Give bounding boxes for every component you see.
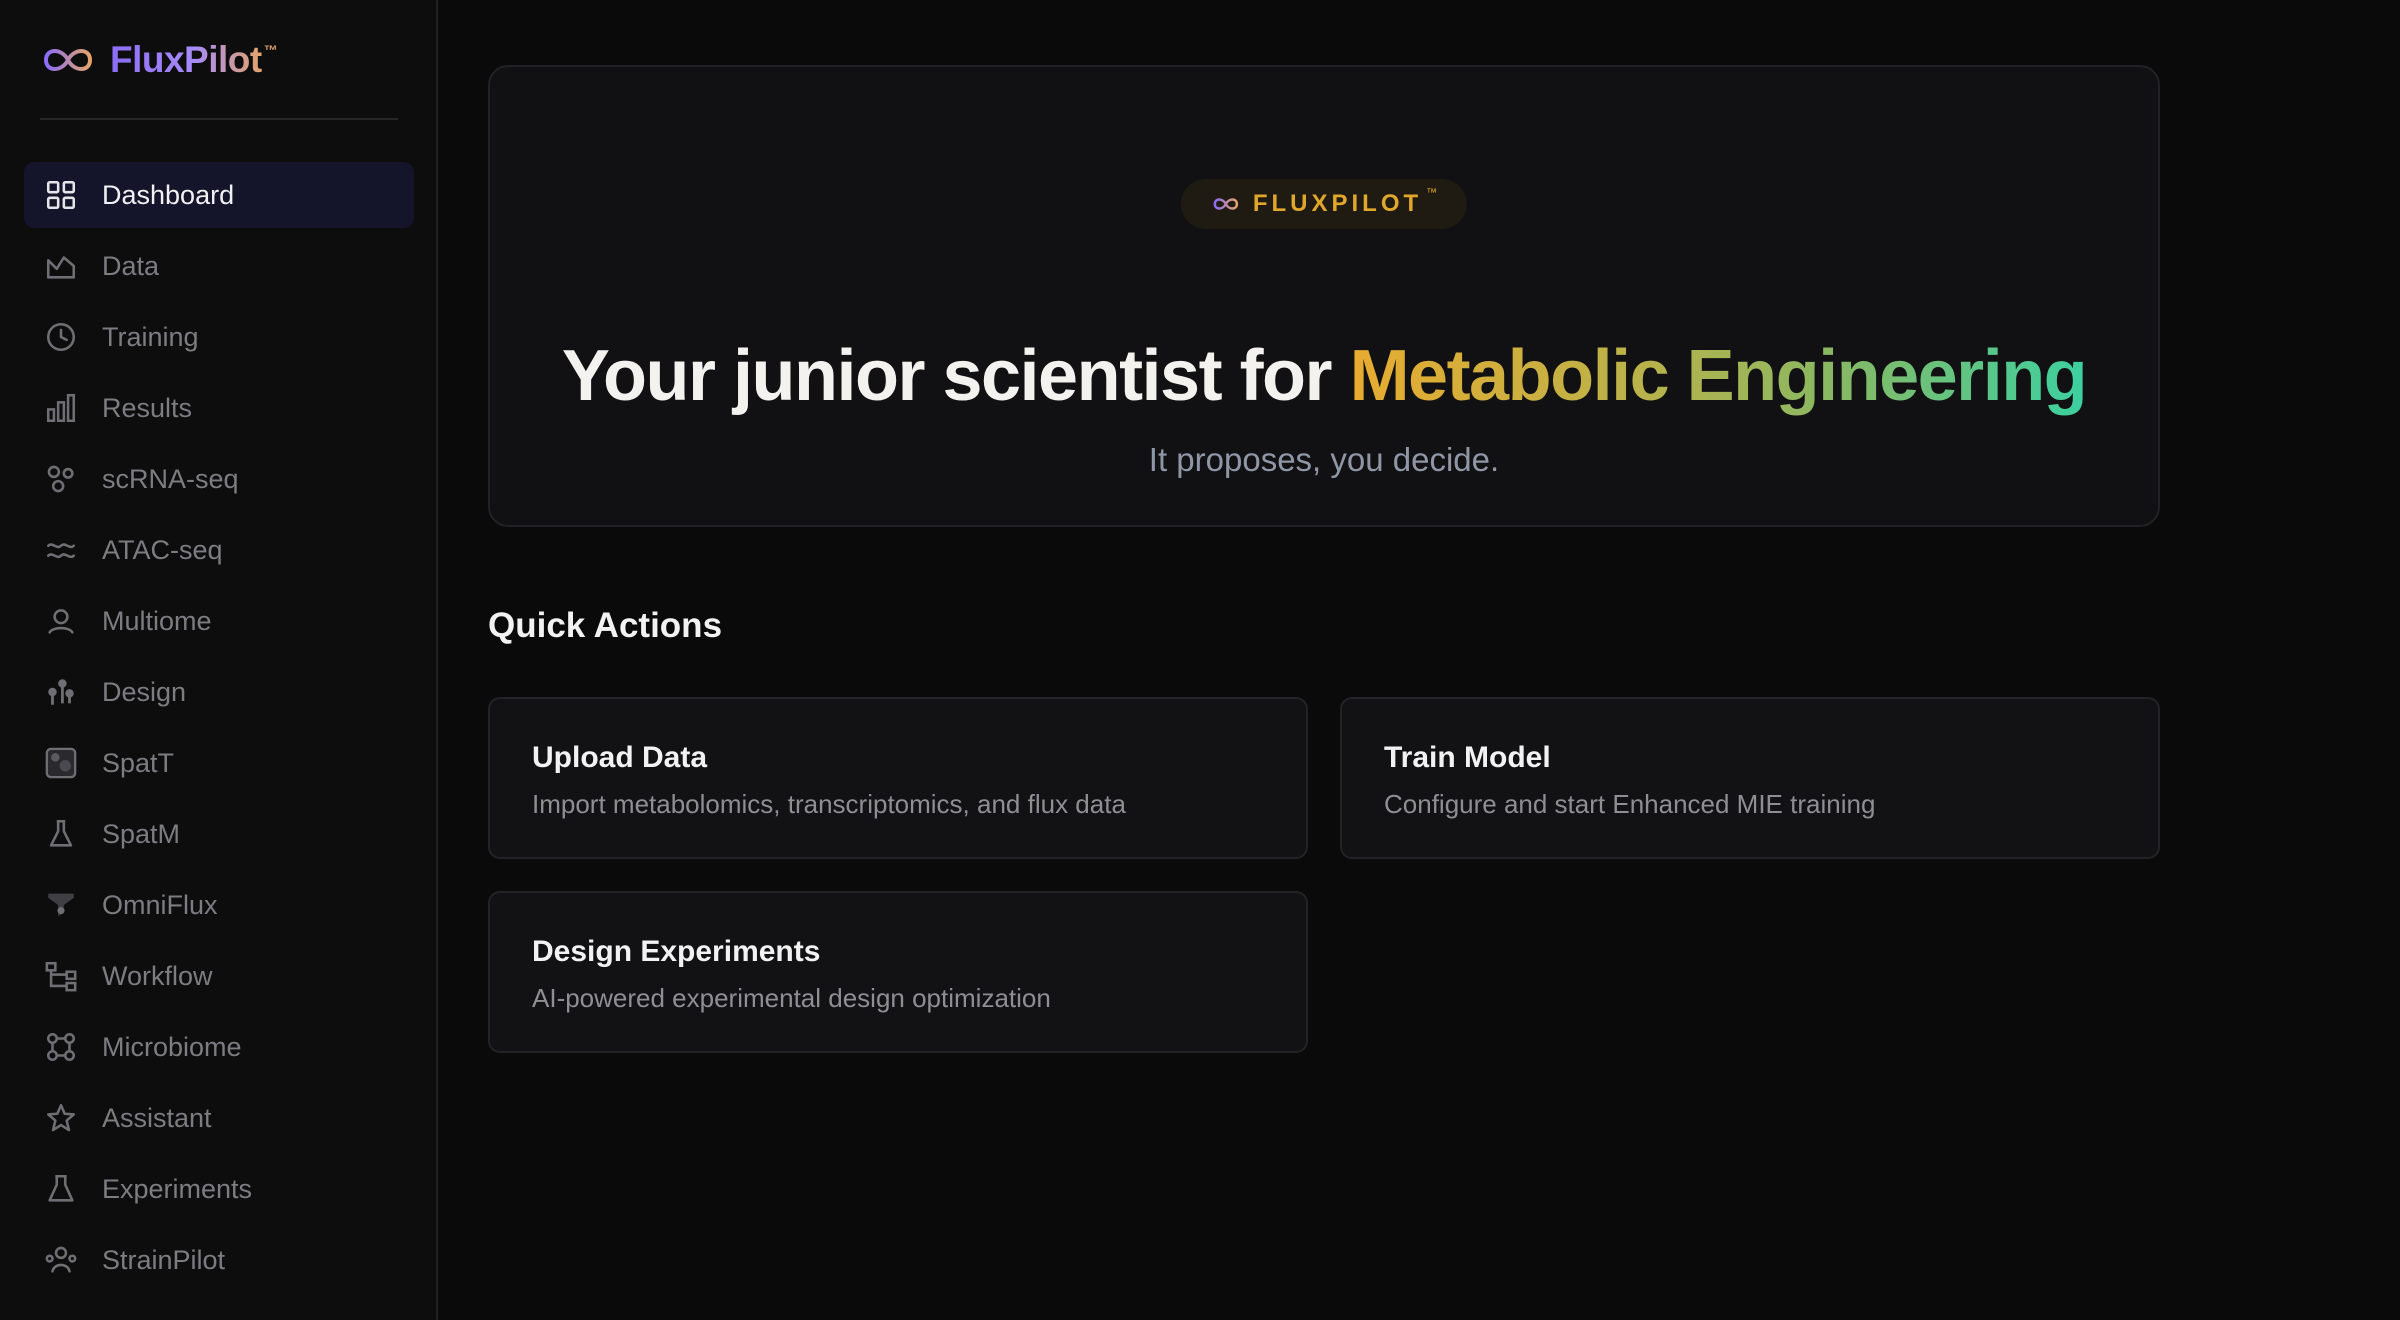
hero-badge-label: FLUXPILOT xyxy=(1252,190,1423,217)
sidebar-item-label: SpatT xyxy=(102,747,175,778)
card-title: Train Model xyxy=(1384,741,1551,774)
app-root: FluxPilot ™ Dashboard Data Training Resu… xyxy=(0,0,2400,1320)
sidebar-item-strainpilot[interactable]: StrainPilot xyxy=(24,1227,414,1293)
hero-title-prefix: Your junior scientist for xyxy=(561,336,1350,416)
user-circle-icon xyxy=(44,604,78,638)
sidebar-item-results[interactable]: Results xyxy=(24,375,414,441)
hero-badge: FLUXPILOT ™ xyxy=(1180,179,1468,229)
sidebar-item-label: Data xyxy=(102,250,160,281)
star-icon xyxy=(44,1101,78,1135)
main-content: FLUXPILOT ™ Your junior scientist for Me… xyxy=(438,0,2400,1320)
sidebar-item-label: StrainPilot xyxy=(102,1244,226,1275)
hero-title: Your junior scientist for Metabolic Engi… xyxy=(490,335,2158,417)
sidebar-item-label: Experiments xyxy=(102,1173,253,1204)
card-description: Import metabolomics, transcriptomics, an… xyxy=(532,789,1126,819)
sidebar-item-scrna-seq[interactable]: scRNA-seq xyxy=(24,446,414,512)
waves-icon xyxy=(44,533,78,567)
users-icon xyxy=(44,1243,78,1277)
sidebar-item-label: ATAC-seq xyxy=(102,534,223,565)
sidebar-divider xyxy=(40,118,398,120)
hero-title-highlight: Metabolic Engineering xyxy=(1349,336,2088,416)
sidebar-item-multiome[interactable]: Multiome xyxy=(24,588,414,654)
network-icon xyxy=(44,1030,78,1064)
card-title: Upload Data xyxy=(532,741,708,774)
sidebar-item-dashboard[interactable]: Dashboard xyxy=(24,162,414,228)
infinity-logo-icon xyxy=(1213,198,1239,210)
clock-icon xyxy=(44,320,78,354)
sidebar-item-experiments[interactable]: Experiments xyxy=(24,1156,414,1222)
brand-logo-link[interactable]: FluxPilot ™ xyxy=(40,36,278,84)
dashboard-grid-icon xyxy=(44,178,78,212)
sidebar-item-label: Training xyxy=(102,321,199,352)
sidebar-item-spatm[interactable]: SpatM xyxy=(24,801,414,867)
sidebar-item-label: Multiome xyxy=(102,605,212,636)
infinity-logo-icon xyxy=(43,49,93,71)
sidebar-item-label: Workflow xyxy=(102,960,213,991)
flask-icon xyxy=(44,817,78,851)
sidebar-item-label: Dashboard xyxy=(102,179,235,210)
sidebar-item-data[interactable]: Data xyxy=(24,233,414,299)
funnel-icon xyxy=(44,888,78,922)
sidebar-item-label: scRNA-seq xyxy=(102,463,239,494)
bar-chart-icon xyxy=(44,391,78,425)
sidebar-nav: Dashboard Data Training Results scRNA-se… xyxy=(24,162,414,1298)
hero-badge-trademark: ™ xyxy=(1426,187,1438,199)
card-title: Design Experiments xyxy=(532,935,821,968)
card-description: Configure and start Enhanced MIE trainin… xyxy=(1384,789,1876,819)
sidebar-item-label: Results xyxy=(102,392,193,423)
sidebar-item-label: Assistant xyxy=(102,1102,212,1133)
molecule-icon xyxy=(44,675,78,709)
brand-name: FluxPilot xyxy=(110,39,262,80)
train-model-card[interactable]: Train Model Configure and start Enhanced… xyxy=(1340,697,2160,859)
brand-trademark: ™ xyxy=(263,42,278,58)
area-chart-icon xyxy=(44,249,78,283)
sidebar-item-label: OmniFlux xyxy=(102,889,218,920)
sidebar-item-label: Microbiome xyxy=(102,1031,242,1062)
sidebar-item-omniflux[interactable]: OmniFlux xyxy=(24,872,414,938)
sidebar-item-design[interactable]: Design xyxy=(24,659,414,725)
sidebar: FluxPilot ™ Dashboard Data Training Resu… xyxy=(0,0,438,1320)
card-description: AI-powered experimental design optimizat… xyxy=(532,983,1051,1013)
quick-actions-title: Quick Actions xyxy=(488,606,723,645)
workflow-icon xyxy=(44,959,78,993)
sidebar-item-label: SpatM xyxy=(102,818,181,849)
hero-panel: FLUXPILOT ™ Your junior scientist for Me… xyxy=(488,65,2160,527)
tissue-square-icon xyxy=(44,746,78,780)
upload-data-card[interactable]: Upload Data Import metabolomics, transcr… xyxy=(488,697,1308,859)
design-experiments-card[interactable]: Design Experiments AI-powered experiment… xyxy=(488,891,1308,1053)
sidebar-item-assistant[interactable]: Assistant xyxy=(24,1085,414,1151)
sidebar-item-atac-seq[interactable]: ATAC-seq xyxy=(24,517,414,583)
sidebar-item-microbiome[interactable]: Microbiome xyxy=(24,1014,414,1080)
cells-icon xyxy=(44,462,78,496)
sidebar-item-label: Design xyxy=(102,676,187,707)
sidebar-item-training[interactable]: Training xyxy=(24,304,414,370)
sidebar-item-spatt[interactable]: SpatT xyxy=(24,730,414,796)
beaker-icon xyxy=(44,1172,78,1206)
hero-subtitle: It proposes, you decide. xyxy=(1148,441,1500,478)
sidebar-item-workflow[interactable]: Workflow xyxy=(24,943,414,1009)
